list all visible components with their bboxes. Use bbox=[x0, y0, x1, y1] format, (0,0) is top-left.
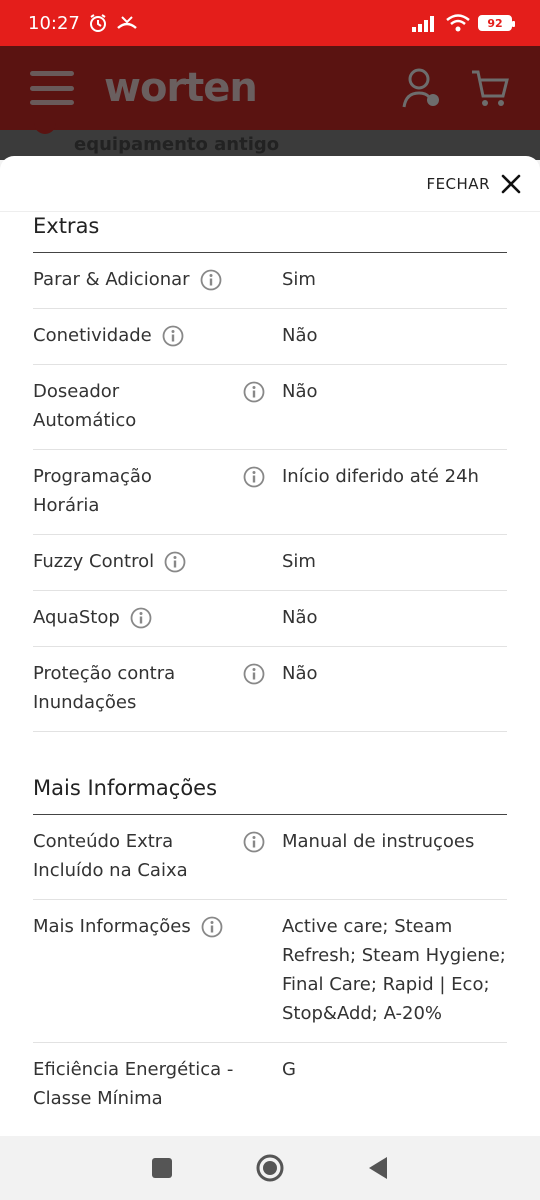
section-title-more-info: Mais Informações bbox=[33, 776, 507, 815]
background-text: equipamento antigo bbox=[74, 134, 280, 155]
info-icon[interactable] bbox=[243, 831, 265, 853]
status-time: 10:27 bbox=[28, 12, 80, 34]
home-button-icon[interactable] bbox=[256, 1154, 284, 1182]
alarm-icon bbox=[89, 14, 106, 32]
spec-label: Proteção contra Inundações bbox=[33, 663, 176, 713]
worten-logo[interactable]: worten bbox=[104, 65, 258, 111]
info-icon[interactable] bbox=[201, 916, 223, 938]
spec-value: Sim bbox=[282, 269, 316, 290]
spec-row: Mais Informações Active care; Steam Refr… bbox=[33, 900, 507, 1043]
spec-label: Conteúdo Extra Incluído na Caixa bbox=[33, 831, 188, 881]
signal-icon bbox=[412, 16, 434, 32]
recents-button-icon[interactable] bbox=[151, 1157, 173, 1179]
spec-label: Fuzzy Control bbox=[33, 551, 155, 572]
info-icon[interactable] bbox=[164, 551, 186, 573]
spec-value: Manual de instruçoes bbox=[282, 831, 475, 852]
spec-row: Doseador Automático Não bbox=[33, 365, 507, 450]
spec-label: Programação Horária bbox=[33, 466, 152, 516]
battery-icon: 92 bbox=[478, 15, 515, 31]
spec-label: Conetividade bbox=[33, 325, 152, 346]
spec-row: Proteção contra Inundações Não bbox=[33, 647, 507, 732]
close-icon[interactable] bbox=[500, 173, 522, 195]
spec-value: Não bbox=[282, 607, 318, 628]
spec-row: AquaStop Não bbox=[33, 591, 507, 647]
close-label[interactable]: FECHAR bbox=[426, 175, 490, 193]
status-bar: 10:27 92 bbox=[0, 0, 540, 46]
info-icon[interactable] bbox=[200, 269, 222, 291]
missed-call-icon bbox=[117, 16, 137, 29]
modal-top-bar: FECHAR bbox=[0, 156, 540, 212]
spec-row: Eficiência Energética - Classe Mínima G bbox=[33, 1043, 507, 1127]
spec-row: Fuzzy Control Sim bbox=[33, 535, 507, 591]
spec-label: Eficiência Energética - Classe Mínima bbox=[33, 1059, 234, 1109]
spec-value: Active care; Steam Refresh; Steam Hygien… bbox=[282, 916, 506, 1024]
specs-modal: FECHAR Extras Parar & Adicionar Sim Cone… bbox=[0, 156, 540, 1136]
spec-label: Doseador Automático bbox=[33, 381, 137, 431]
wifi-icon bbox=[446, 14, 470, 32]
spec-row: Programação Horária Início diferido até … bbox=[33, 450, 507, 535]
battery-level: 92 bbox=[487, 16, 503, 30]
spec-value: Início diferido até 24h bbox=[282, 466, 479, 487]
spec-label: Mais Informações bbox=[33, 916, 191, 937]
spec-label: AquaStop bbox=[33, 607, 120, 628]
spec-row: Conteúdo Extra Incluído na Caixa Manual … bbox=[33, 815, 507, 900]
specs-content: Extras Parar & Adicionar Sim Conetividad… bbox=[0, 212, 540, 1127]
app-header: worten bbox=[0, 46, 540, 130]
spec-row: Parar & Adicionar Sim bbox=[33, 253, 507, 309]
info-icon[interactable] bbox=[243, 381, 265, 403]
info-icon[interactable] bbox=[162, 325, 184, 347]
cart-icon[interactable] bbox=[470, 68, 510, 108]
menu-icon[interactable] bbox=[30, 71, 74, 105]
user-icon[interactable] bbox=[402, 67, 442, 109]
info-icon[interactable] bbox=[130, 607, 152, 629]
spec-value: Sim bbox=[282, 551, 316, 572]
spec-value: G bbox=[282, 1059, 296, 1080]
info-icon[interactable] bbox=[243, 466, 265, 488]
system-nav-bar bbox=[0, 1136, 540, 1200]
back-button-icon[interactable] bbox=[367, 1156, 389, 1180]
info-icon[interactable] bbox=[243, 663, 265, 685]
spec-label: Parar & Adicionar bbox=[33, 269, 190, 290]
spec-value: Não bbox=[282, 325, 318, 346]
spec-value: Não bbox=[282, 381, 318, 402]
spec-row: Conetividade Não bbox=[33, 309, 507, 365]
spec-value: Não bbox=[282, 663, 318, 684]
section-title-extras: Extras bbox=[33, 212, 507, 253]
